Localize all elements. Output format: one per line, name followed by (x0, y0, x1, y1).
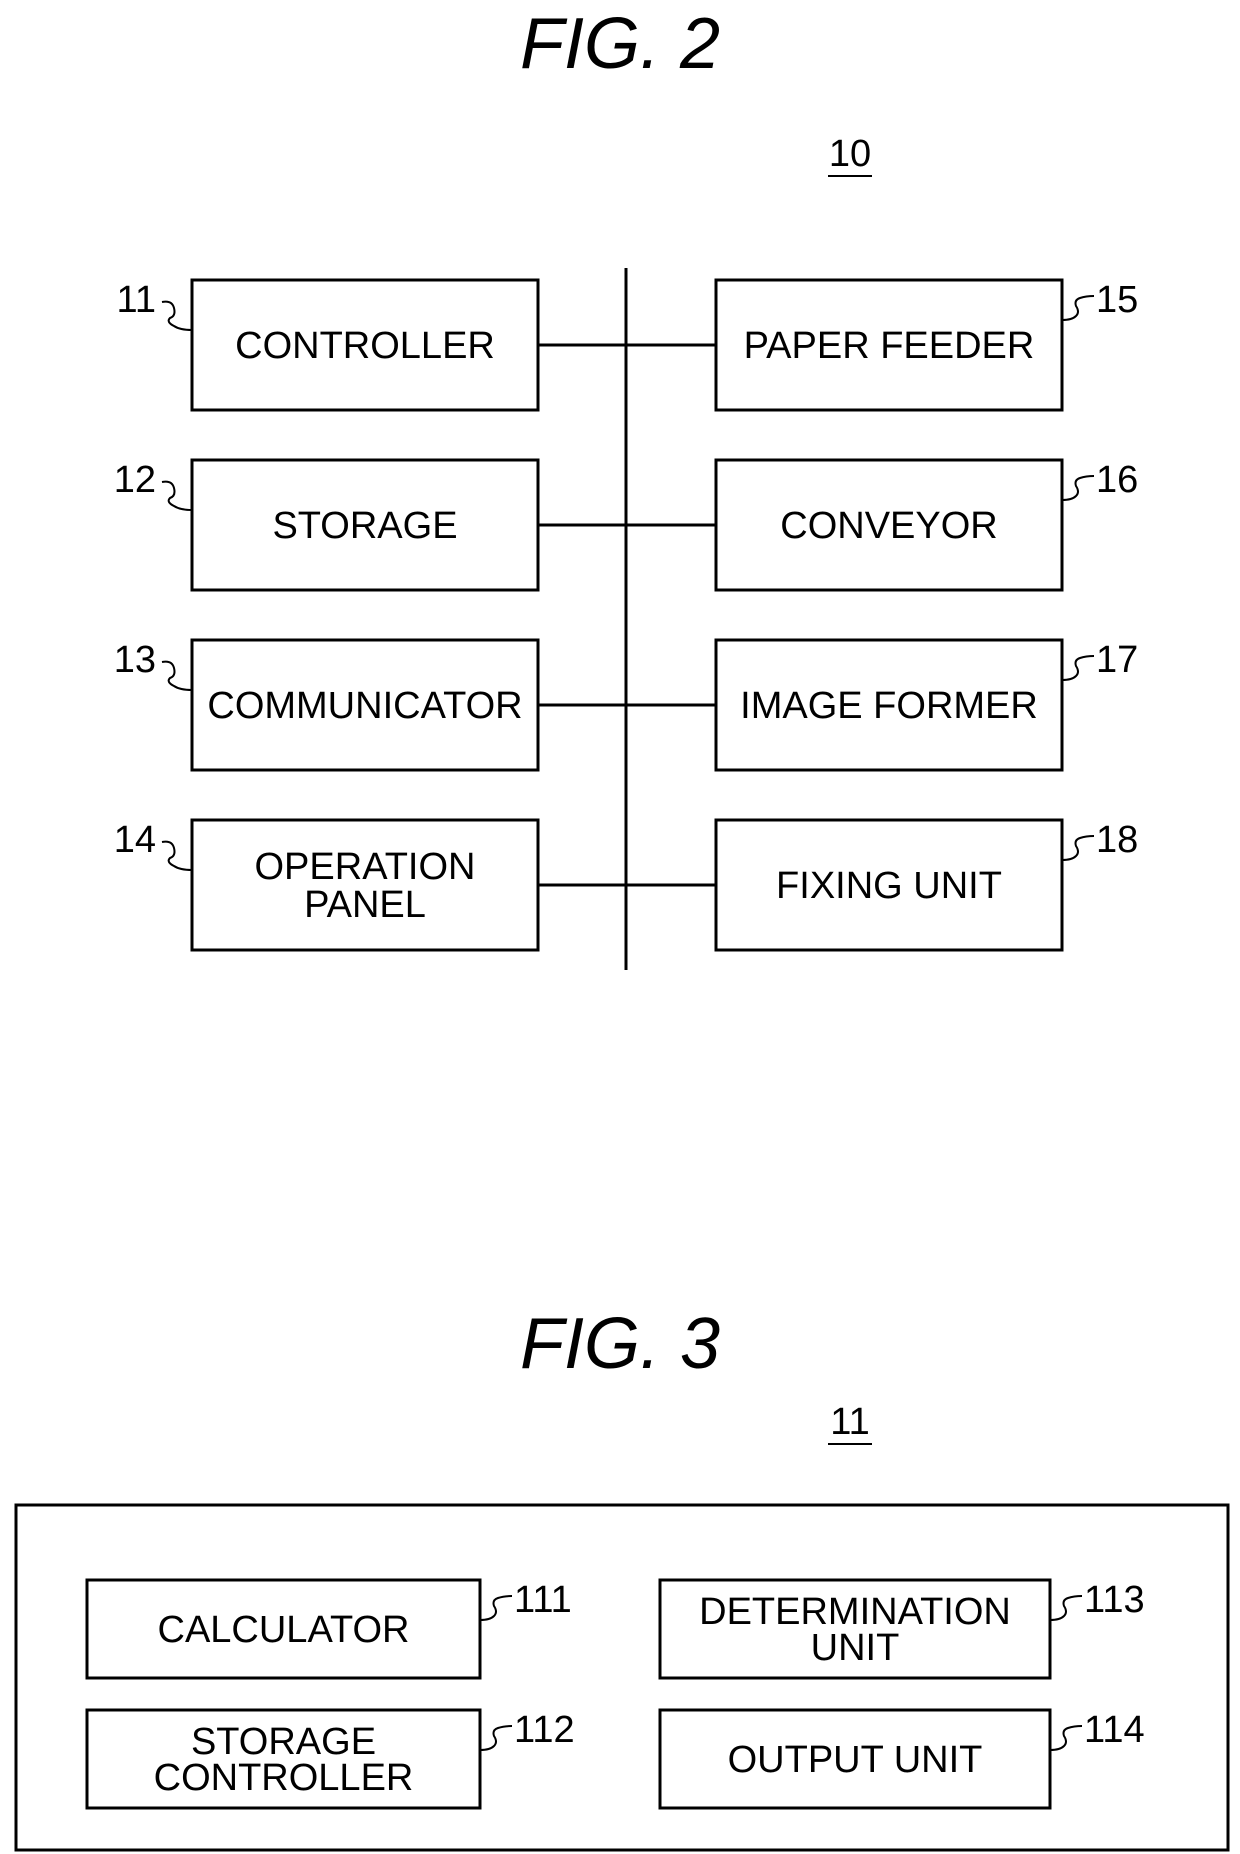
leader-line (161, 480, 193, 511)
figure-2-title: FIG. 2 (520, 4, 720, 84)
reference-numeral-112: 112 (514, 1709, 575, 1751)
leader-line (161, 300, 193, 331)
conveyor-label: CONVEYOR (780, 505, 997, 547)
calculator-label: CALCULATOR (158, 1609, 410, 1651)
paper-feeder-block: PAPER FEEDER 15 (714, 278, 1138, 412)
image-former-label: IMAGE FORMER (740, 685, 1038, 727)
communicator-block: COMMUNICATOR 13 (114, 638, 540, 772)
storage-label: STORAGE (272, 505, 457, 547)
figure-2-reference: 10 (829, 133, 871, 175)
output-unit-label: OUTPUT UNIT (728, 1739, 983, 1781)
figure-3-title: FIG. 3 (520, 1304, 720, 1384)
leader-line (161, 840, 193, 871)
reference-numeral-18: 18 (1096, 819, 1138, 861)
leader-line (1061, 835, 1095, 861)
operation-panel-block: OPERATIONPANEL 14 (114, 818, 540, 952)
controller-label: CONTROLLER (235, 325, 495, 367)
fixing-unit-block: FIXING UNIT 18 (714, 818, 1138, 952)
reference-numeral-11: 11 (117, 279, 156, 321)
storage-controller-label: CONTROLLER (154, 1757, 414, 1799)
storage-block: STORAGE 12 (114, 458, 540, 592)
controller-block: CONTROLLER 11 (117, 278, 540, 412)
figure-3-reference: 11 (830, 1401, 869, 1443)
reference-numeral-16: 16 (1096, 459, 1138, 501)
reference-numeral-14: 14 (114, 819, 156, 861)
determination-unit-label: UNIT (811, 1627, 900, 1669)
paper-feeder-label: PAPER FEEDER (744, 325, 1035, 367)
leader-line (1061, 655, 1095, 681)
reference-numeral-113: 113 (1084, 1579, 1145, 1621)
reference-numeral-13: 13 (114, 639, 156, 681)
reference-numeral-12: 12 (114, 459, 156, 501)
leader-line (1061, 475, 1095, 501)
leader-line (161, 660, 193, 691)
operation-panel-label: PANEL (304, 884, 426, 926)
reference-numeral-111: 111 (514, 1579, 572, 1621)
operation-panel-label: OPERATION (255, 846, 476, 888)
communicator-label: COMMUNICATOR (207, 685, 522, 727)
figure-3: FIG. 3 11 CALCULATOR111STORAGECONTROLLER… (14, 1304, 1230, 1852)
reference-numeral-15: 15 (1096, 279, 1138, 321)
reference-numeral-114: 114 (1084, 1709, 1145, 1751)
patent-figures: FIG. 2 10 CONTROLLER 11 STORAGE 12 COMMUNICA… (14, 4, 1230, 1852)
image-former-block: IMAGE FORMER 17 (714, 638, 1138, 772)
conveyor-block: CONVEYOR 16 (714, 458, 1138, 592)
figure-2: FIG. 2 10 CONTROLLER 11 STORAGE 12 COMMUNICA… (114, 4, 1138, 970)
fixing-unit-label: FIXING UNIT (776, 865, 1002, 907)
leader-line (1061, 295, 1095, 321)
reference-numeral-17: 17 (1096, 639, 1138, 681)
